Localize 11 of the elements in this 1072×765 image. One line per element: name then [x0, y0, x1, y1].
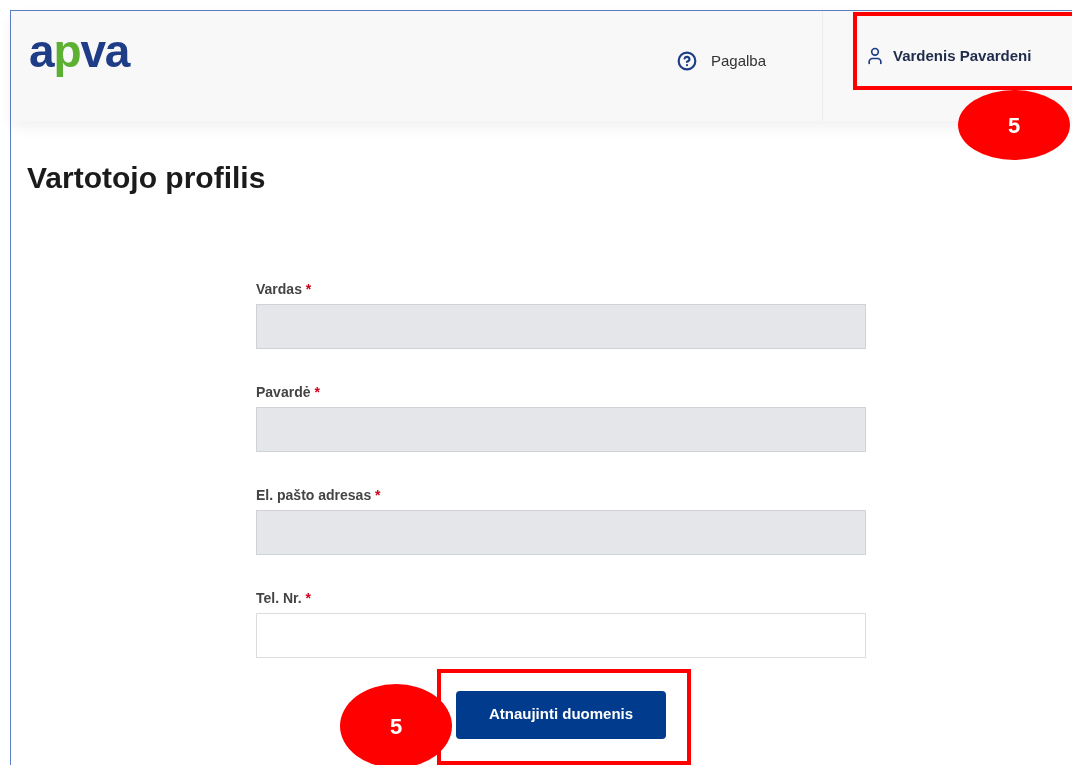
field-label: Pavardė * — [256, 382, 321, 402]
field-label: Vardas * — [256, 279, 313, 299]
help-link[interactable]: Pagalba — [676, 49, 766, 73]
field-label: Tel. Nr. * — [256, 588, 312, 608]
user-menu[interactable]: Vardenis Pavardeni — [865, 44, 1032, 68]
update-button[interactable]: Atnaujinti duomenis — [456, 690, 666, 739]
field-label: El. pašto adresas * — [256, 485, 382, 505]
user-icon — [865, 46, 885, 66]
help-icon — [676, 51, 697, 71]
text-field[interactable] — [256, 612, 866, 658]
page-title: Vartotojo profilis — [27, 160, 267, 196]
